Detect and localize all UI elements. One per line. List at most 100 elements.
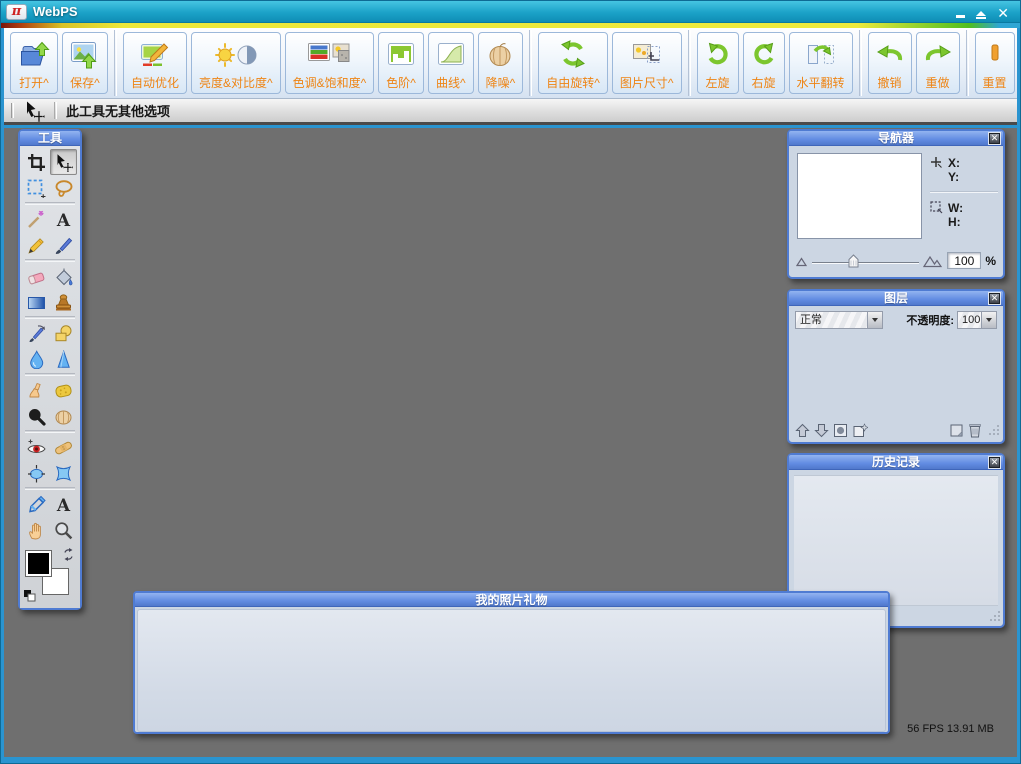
opacity-label: 不透明度: bbox=[906, 312, 954, 328]
layers-title: 图层 bbox=[884, 292, 908, 304]
y-label: Y: bbox=[948, 170, 959, 184]
photo-gifts-panel: 我的照片礼物 bbox=[133, 591, 890, 734]
photo-gifts-header[interactable]: 我的照片礼物 bbox=[135, 593, 888, 607]
toolbar-button-levels[interactable]: 色阶^ bbox=[378, 32, 424, 94]
opacity-select[interactable]: 100 bbox=[957, 311, 997, 329]
toolbar-button-redo[interactable]: 重做 bbox=[916, 32, 960, 94]
reset-icon bbox=[991, 37, 999, 71]
photo-gifts-body bbox=[137, 609, 886, 732]
tool-burn-icon[interactable] bbox=[23, 403, 50, 429]
toolbar-button-hue-saturation[interactable]: 色调&饱和度^ bbox=[285, 32, 375, 94]
toolbar-button-label: 降噪^ bbox=[486, 77, 516, 90]
foreground-color-swatch[interactable] bbox=[26, 551, 51, 576]
tool-shape-icon[interactable] bbox=[50, 320, 77, 346]
tool-lasso-icon[interactable] bbox=[50, 175, 77, 201]
photo-gifts-title: 我的照片礼物 bbox=[475, 594, 547, 606]
opacity-dropdown-icon[interactable] bbox=[981, 312, 996, 328]
layers-footer bbox=[795, 422, 1000, 438]
levels-icon bbox=[387, 37, 415, 71]
history-resize-grip[interactable] bbox=[989, 610, 1001, 622]
default-colors-icon[interactable] bbox=[23, 589, 36, 602]
tool-pencil-icon[interactable] bbox=[23, 232, 50, 258]
toolbar-button-undo[interactable]: 撤销 bbox=[868, 32, 912, 94]
toolbar-button-free-rotate[interactable]: 自由旋转^ bbox=[538, 32, 608, 94]
zoom-out-icon[interactable] bbox=[796, 255, 808, 267]
tool-pinch-icon[interactable] bbox=[23, 460, 50, 486]
tool-type-alt-icon[interactable]: A bbox=[50, 491, 77, 517]
window-controls: ✕ bbox=[956, 4, 1015, 20]
zoom-in-icon[interactable] bbox=[923, 254, 943, 268]
tool-crop-icon[interactable] bbox=[23, 149, 50, 175]
tool-blur-icon[interactable] bbox=[23, 346, 50, 372]
minimize-icon[interactable] bbox=[956, 4, 965, 20]
tool-magic-wand-icon[interactable] bbox=[23, 206, 50, 232]
layers-resize-grip[interactable] bbox=[988, 424, 1000, 436]
tool-clone-stamp-icon[interactable] bbox=[50, 289, 77, 315]
tool-sharpen-icon[interactable] bbox=[50, 346, 77, 372]
tool-eyedropper-icon[interactable] bbox=[23, 491, 50, 517]
tool-healing-icon[interactable] bbox=[50, 434, 77, 460]
close-icon[interactable]: ✕ bbox=[997, 4, 1009, 20]
navigator-preview[interactable] bbox=[797, 153, 922, 239]
navigator-header[interactable]: 导航器 ✕ bbox=[789, 131, 1003, 146]
zoom-slider-thumb[interactable] bbox=[848, 254, 859, 268]
toolbar-button-flip-horizontal[interactable]: 水平翻转 bbox=[789, 32, 853, 94]
zoom-value-input[interactable]: 100 bbox=[947, 252, 981, 269]
tool-history-brush-icon[interactable] bbox=[23, 320, 50, 346]
tool-red-eye-icon[interactable] bbox=[23, 434, 50, 460]
layer-mask-icon[interactable] bbox=[833, 423, 848, 438]
tool-brush-icon[interactable] bbox=[50, 232, 77, 258]
duplicate-layer-icon[interactable] bbox=[949, 423, 964, 438]
svg-text:A: A bbox=[56, 496, 71, 514]
toolbar-button-auto-enhance[interactable]: 自动优化 bbox=[123, 32, 187, 94]
tool-dodge-icon[interactable] bbox=[50, 403, 77, 429]
blend-mode-dropdown-icon[interactable] bbox=[867, 312, 882, 328]
toolbar-button-denoise[interactable]: 降噪^ bbox=[478, 32, 524, 94]
tools-panel-header[interactable]: 工具 bbox=[20, 131, 80, 146]
navigator-close-icon[interactable]: ✕ bbox=[989, 133, 1000, 144]
options-message: 此工具无其他选项 bbox=[66, 101, 170, 120]
toolbar-button-curves[interactable]: 曲线^ bbox=[428, 32, 474, 94]
redo-icon bbox=[924, 37, 952, 71]
tool-hand-icon[interactable] bbox=[23, 517, 50, 543]
flip-horizontal-icon bbox=[805, 37, 837, 71]
toolbar-button-rotate-right[interactable]: 右旋 bbox=[743, 32, 785, 94]
tool-move-icon[interactable] bbox=[50, 149, 77, 175]
toolbar-button-brightness-contrast[interactable]: 亮度&对比度^ bbox=[191, 32, 281, 94]
tool-type-icon[interactable]: A bbox=[50, 206, 77, 232]
tool-bloat-icon[interactable] bbox=[50, 460, 77, 486]
zoom-slider[interactable] bbox=[812, 253, 919, 269]
tool-gradient-icon[interactable] bbox=[23, 289, 50, 315]
layers-header[interactable]: 图层 ✕ bbox=[789, 291, 1003, 306]
toolbar-button-open[interactable]: 打开^ bbox=[10, 32, 58, 94]
toolbar-button-label: 重置 bbox=[983, 77, 1007, 90]
history-close-icon[interactable]: ✕ bbox=[989, 457, 1000, 468]
toolbar-button-reset[interactable]: 重置 bbox=[975, 32, 1015, 94]
toolbar-separator bbox=[529, 30, 532, 96]
tool-zoom-icon[interactable] bbox=[50, 517, 77, 543]
toolbar-button-rotate-left[interactable]: 左旋 bbox=[697, 32, 739, 94]
layer-up-icon[interactable] bbox=[795, 423, 810, 438]
tool-eraser-icon[interactable] bbox=[23, 263, 50, 289]
window-title: WebPS bbox=[33, 4, 78, 19]
navigator-info: X: Y: W: H: bbox=[930, 156, 998, 229]
history-header[interactable]: 历史记录 ✕ bbox=[789, 455, 1003, 470]
toolbar-button-image-size[interactable]: 图片尺寸^ bbox=[612, 32, 682, 94]
swap-colors-icon[interactable] bbox=[62, 548, 75, 561]
blend-mode-select[interactable]: 正常 bbox=[795, 311, 883, 329]
delete-layer-icon[interactable] bbox=[968, 422, 982, 438]
options-separator bbox=[54, 102, 57, 119]
layers-close-icon[interactable]: ✕ bbox=[989, 293, 1000, 304]
tool-smudge-icon[interactable] bbox=[23, 377, 50, 403]
new-layer-icon[interactable] bbox=[852, 423, 868, 438]
tool-sponge-icon[interactable] bbox=[50, 377, 77, 403]
tool-marquee-icon[interactable] bbox=[23, 175, 50, 201]
layer-down-icon[interactable] bbox=[814, 423, 829, 438]
position-icon bbox=[930, 156, 943, 169]
toolbar-button-save[interactable]: 保存^ bbox=[62, 32, 108, 94]
tool-paint-bucket-icon[interactable] bbox=[50, 263, 77, 289]
tools-separator bbox=[25, 373, 75, 376]
maximize-icon[interactable] bbox=[976, 4, 986, 20]
auto-enhance-icon bbox=[140, 37, 170, 71]
tool-row bbox=[23, 320, 77, 346]
